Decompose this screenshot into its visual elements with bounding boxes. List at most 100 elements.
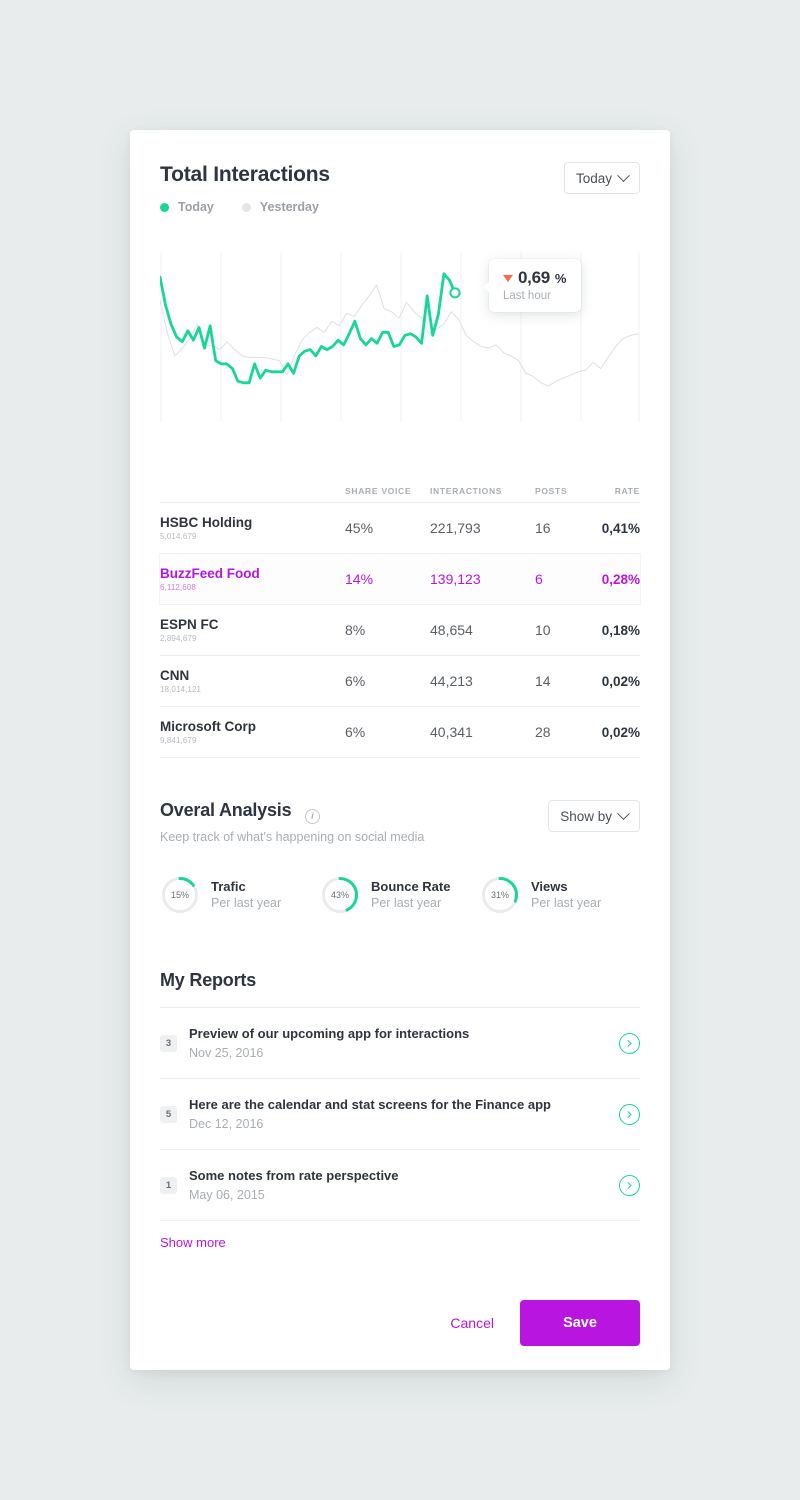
table-cell-rate: 0,18%	[601, 622, 640, 638]
table-header-rate: RATE	[614, 486, 640, 496]
legend-dot-icon	[160, 202, 169, 212]
screen: Total Interactions Today Today Yesterday	[0, 0, 800, 1500]
card-header: Total Interactions Today	[160, 162, 640, 194]
show-by-dropdown-label: Show by	[560, 808, 612, 824]
list-item[interactable]: 5 Here are the calendar and stat screens …	[160, 1079, 640, 1149]
tooltip-value: 0,69	[518, 268, 550, 287]
cancel-button[interactable]: Cancel	[448, 1309, 496, 1337]
report-title: Some notes from rate perspective	[189, 1167, 399, 1183]
metric-text: Bounce Rate Per last year	[371, 879, 450, 911]
legend-dot-icon	[241, 202, 251, 212]
divider	[160, 757, 640, 758]
table-cell-interactions: 40,341	[430, 724, 473, 740]
page-title: Total Interactions	[160, 163, 330, 186]
card-footer: Cancel Save	[160, 1300, 640, 1346]
donut-percent: 15%	[170, 890, 189, 900]
interactions-line-chart: 0,69% Last hour	[160, 252, 640, 422]
show-more-link[interactable]: Show more	[160, 1235, 226, 1250]
metric-name: Trafic	[211, 879, 246, 894]
metric-name: Views	[531, 879, 568, 894]
table-cell-rate: 0,41%	[601, 520, 640, 536]
report-text: Some notes from rate perspective May 06, …	[189, 1167, 619, 1204]
divider	[160, 1220, 640, 1221]
chevron-right-icon	[624, 1039, 632, 1047]
chevron-down-icon	[617, 806, 630, 820]
save-button[interactable]: Save	[520, 1300, 640, 1346]
range-dropdown[interactable]: Today	[563, 162, 640, 194]
chart-tooltip: 0,69% Last hour	[483, 259, 581, 312]
chevron-down-icon	[617, 168, 630, 182]
table-cell-name: HSBC Holding 5,014,679	[160, 515, 345, 541]
table-cell-name: ESPN FC 2,894,679	[160, 617, 345, 643]
donut-percent: 43%	[330, 890, 349, 900]
row-company-name: Microsoft Corp	[160, 719, 256, 734]
analysis-metrics: 15% Trafic Per last year 43% Bounce Rate Per …	[160, 875, 640, 915]
report-title: Preview of our upcoming app for interact…	[189, 1025, 470, 1041]
donut-percent: 31%	[490, 890, 509, 900]
table-body: HSBC Holding 5,014,679 45% 221,793 16 0,41% Bu…	[160, 503, 640, 758]
table-header-share-voice: SHARE VOICE	[345, 486, 412, 496]
analysis-metric[interactable]: 15% Trafic Per last year	[160, 875, 320, 915]
table-cell-posts: 14	[535, 673, 551, 689]
table-row[interactable]: Microsoft Corp 9,841,679 6% 40,341 28 0,02%	[160, 707, 640, 757]
table-cell-share-voice: 8%	[345, 622, 366, 638]
range-dropdown-label: Today	[575, 170, 612, 186]
row-company-name: BuzzFeed Food	[160, 566, 260, 581]
metric-meta: Per last year	[211, 896, 282, 910]
table-cell-name: CNN 18,014,121	[160, 668, 345, 694]
row-followers: 5,014,679	[160, 532, 197, 541]
reports-list: 3 Preview of our upcoming app for interac…	[160, 1007, 640, 1221]
table-cell-share-voice: 45%	[345, 520, 374, 536]
interactions-table: SHARE VOICE INTERACTIONS POSTS RATE HSBC…	[160, 480, 640, 758]
row-company-name: CNN	[160, 668, 190, 683]
table-row[interactable]: HSBC Holding 5,014,679 45% 221,793 16 0,41%	[160, 503, 640, 553]
table-cell-posts: 10	[535, 622, 551, 638]
list-item[interactable]: 3 Preview of our upcoming app for interac…	[160, 1008, 640, 1078]
legend-item-yesterday[interactable]: Yesterday	[241, 200, 319, 214]
report-date: Dec 12, 2016	[189, 1116, 264, 1131]
table-header-posts: POSTS	[535, 486, 568, 496]
show-by-dropdown[interactable]: Show by	[548, 800, 640, 832]
overall-analysis-subtitle: Keep track of what's happening on social…	[160, 830, 425, 844]
table-row[interactable]: ESPN FC 2,894,679 8% 48,654 10 0,18%	[160, 605, 640, 655]
table-cell-interactions: 48,654	[430, 622, 473, 638]
donut-chart: 31%	[480, 875, 520, 915]
open-report-button[interactable]	[619, 1032, 640, 1054]
report-date: May 06, 2015	[189, 1187, 265, 1202]
report-text: Here are the calendar and stat screens f…	[189, 1096, 619, 1133]
analysis-metric[interactable]: 31% Views Per last year	[480, 875, 640, 915]
table-cell-interactions: 221,793	[430, 520, 481, 536]
table-cell-name: Microsoft Corp 9,841,679	[160, 719, 345, 745]
overall-analysis-title-group: Overal Analysis i	[160, 800, 320, 824]
tooltip-unit: %	[554, 270, 567, 286]
table-cell-share-voice: 6%	[345, 673, 366, 689]
chevron-right-icon	[624, 1110, 632, 1118]
report-date: Nov 25, 2016	[189, 1045, 264, 1060]
reports-title: My Reports	[160, 970, 257, 990]
series-line-today	[160, 272, 457, 385]
donut-chart: 43%	[320, 875, 360, 915]
table-row[interactable]: CNN 18,014,121 6% 44,213 14 0,02%	[160, 656, 640, 706]
table-row[interactable]: BuzzFeed Food 6,112,608 14% 139,123 6 0,28%	[160, 554, 640, 604]
table-cell-name: BuzzFeed Food 6,112,608	[160, 566, 345, 592]
open-report-button[interactable]	[619, 1103, 640, 1125]
report-count-badge: 1	[160, 1176, 177, 1194]
legend-item-today[interactable]: Today	[160, 200, 214, 214]
table-cell-rate: 0,02%	[601, 673, 640, 689]
triangle-down-icon	[503, 274, 513, 282]
info-icon[interactable]: i	[304, 808, 320, 824]
table-cell-interactions: 139,123	[430, 571, 481, 587]
row-followers: 18,014,121	[160, 685, 202, 694]
report-title: Here are the calendar and stat screens f…	[189, 1096, 551, 1112]
open-report-button[interactable]	[619, 1174, 640, 1196]
metric-text: Views Per last year	[531, 879, 601, 911]
row-followers: 6,112,608	[160, 583, 196, 592]
table-header-row: SHARE VOICE INTERACTIONS POSTS RATE	[160, 480, 640, 502]
analysis-metric[interactable]: 43% Bounce Rate Per last year	[320, 875, 480, 915]
metric-meta: Per last year	[371, 896, 442, 910]
table-cell-share-voice: 14%	[345, 571, 374, 587]
legend-label: Yesterday	[259, 200, 319, 214]
table-header-interactions: INTERACTIONS	[430, 486, 503, 496]
list-item[interactable]: 1 Some notes from rate perspective May 06,…	[160, 1150, 640, 1220]
table-cell-share-voice: 6%	[345, 724, 366, 740]
